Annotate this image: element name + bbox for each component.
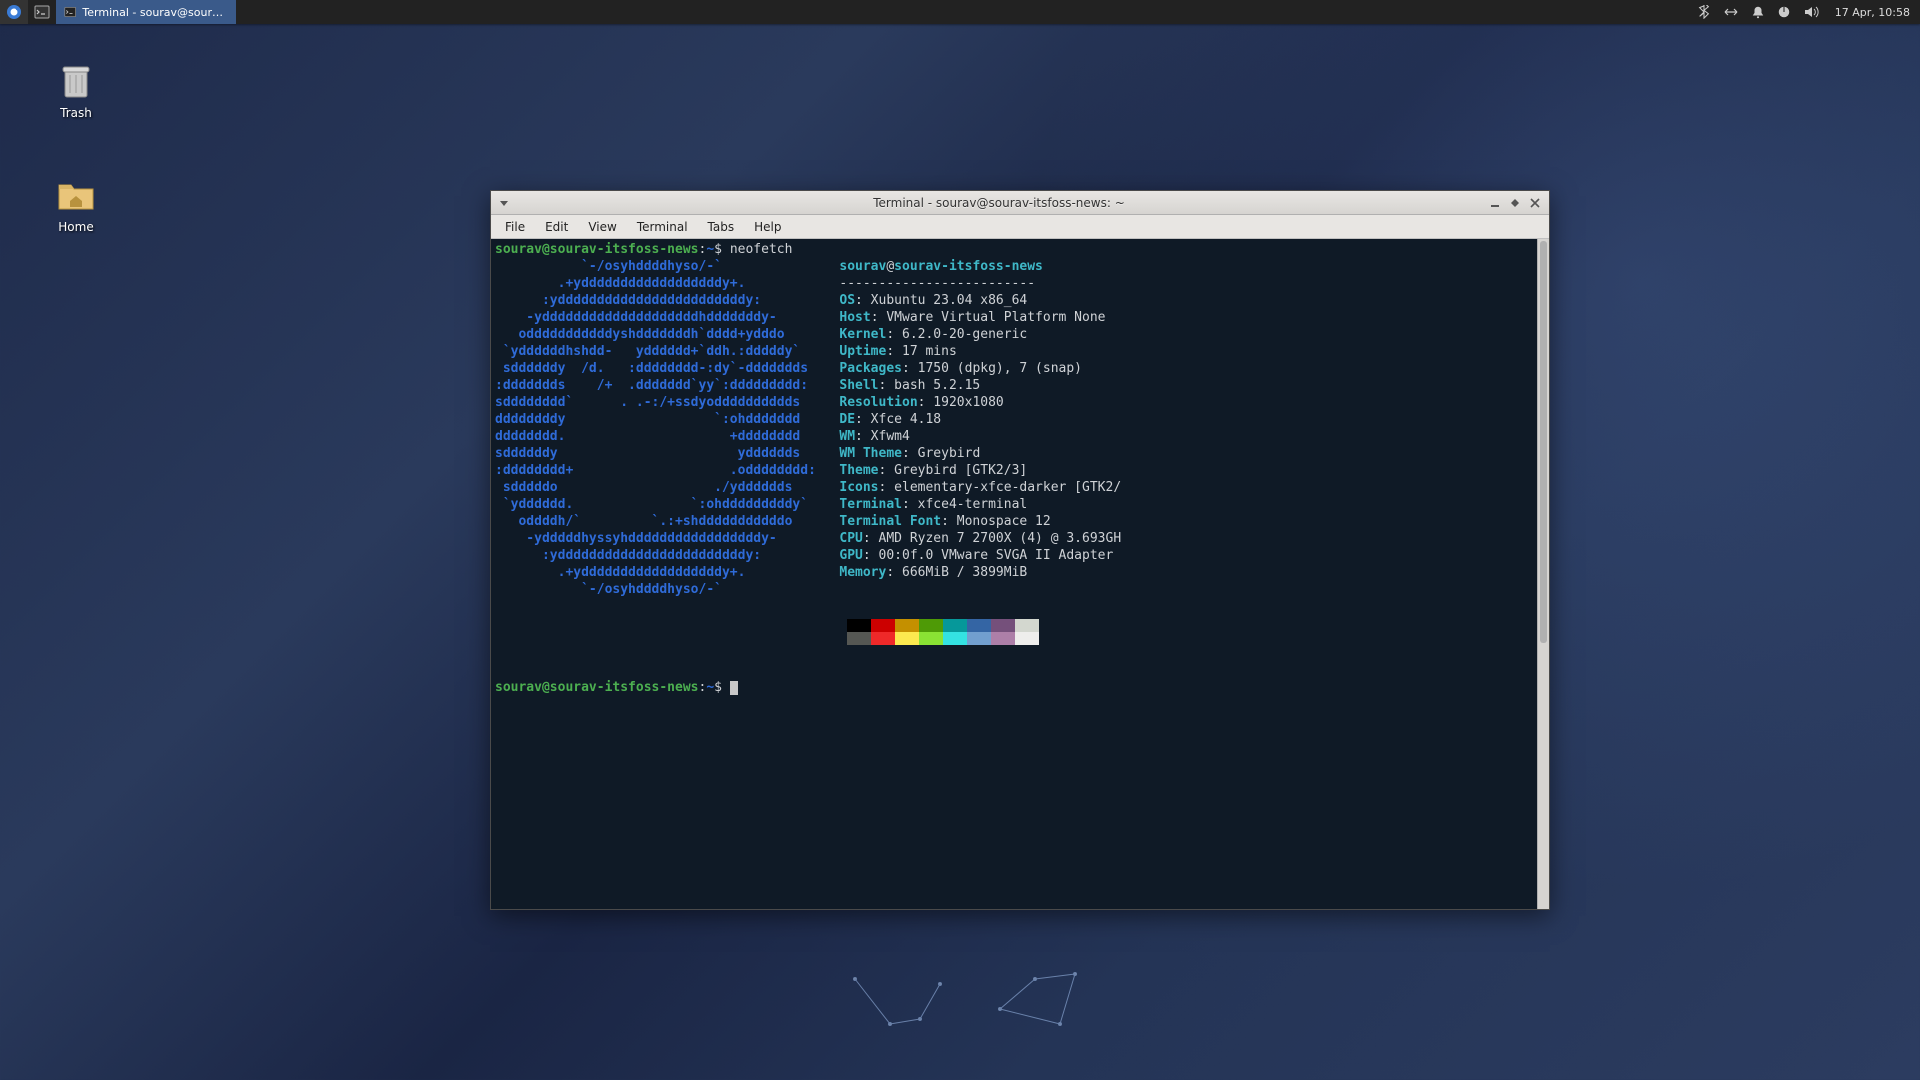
desktop-icon-trash-label: Trash: [60, 106, 92, 120]
maximize-icon: [1510, 198, 1520, 208]
desktop-icon-home[interactable]: Home: [38, 172, 114, 234]
xubuntu-logo-icon: [6, 4, 22, 20]
home-folder-icon: [54, 172, 98, 216]
minimize-icon: [1490, 198, 1500, 208]
power-icon: [1777, 5, 1791, 19]
terminal-menubar: File Edit View Terminal Tabs Help: [491, 215, 1549, 239]
menu-help[interactable]: Help: [744, 217, 791, 237]
window-menu-button[interactable]: [495, 198, 513, 208]
terminal-scrollbar[interactable]: [1537, 239, 1549, 909]
menu-file[interactable]: File: [495, 217, 535, 237]
window-title: Terminal - sourav@sourav-itsfoss-news: ~: [513, 196, 1485, 210]
menu-edit[interactable]: Edit: [535, 217, 578, 237]
window-titlebar[interactable]: Terminal - sourav@sourav-itsfoss-news: ~: [491, 191, 1549, 215]
window-minimize-button[interactable]: [1485, 194, 1505, 212]
bluetooth-icon: [1697, 5, 1711, 19]
terminal-output[interactable]: sourav@sourav-itsfoss-news:~$ neofetch `…: [491, 239, 1537, 909]
terminal-prompt-icon: [34, 4, 50, 20]
top-panel: Terminal - sourav@sourav-it... 17 Apr, 1…: [0, 0, 1920, 24]
taskbar-terminal-task[interactable]: Terminal - sourav@sourav-it...: [56, 0, 236, 24]
dropdown-triangle-icon: [499, 198, 509, 208]
power-tray[interactable]: [1771, 0, 1797, 24]
show-desktop-button[interactable]: [28, 0, 56, 24]
wallpaper-constellation: [850, 969, 1110, 1049]
panel-clock[interactable]: 17 Apr, 10:58: [1825, 6, 1920, 19]
applications-menu-button[interactable]: [0, 0, 28, 24]
desktop-icon-trash[interactable]: Trash: [38, 58, 114, 120]
notifications-tray[interactable]: [1745, 0, 1771, 24]
trash-icon: [54, 58, 98, 102]
volume-icon: [1803, 5, 1819, 19]
network-tray[interactable]: [1717, 0, 1745, 24]
panel-left: Terminal - sourav@sourav-it...: [0, 0, 236, 24]
menu-tabs[interactable]: Tabs: [698, 217, 745, 237]
bluetooth-tray[interactable]: [1691, 0, 1717, 24]
window-maximize-button[interactable]: [1505, 194, 1525, 212]
menu-terminal[interactable]: Terminal: [627, 217, 698, 237]
menu-view[interactable]: View: [578, 217, 626, 237]
network-icon: [1723, 5, 1739, 19]
terminal-body-wrap: sourav@sourav-itsfoss-news:~$ neofetch `…: [491, 239, 1549, 909]
bell-icon: [1751, 5, 1765, 19]
window-close-button[interactable]: [1525, 194, 1545, 212]
desktop-icon-home-label: Home: [58, 220, 93, 234]
terminal-window: Terminal - sourav@sourav-itsfoss-news: ~…: [490, 190, 1550, 910]
taskbar-terminal-label: Terminal - sourav@sourav-it...: [82, 6, 228, 19]
volume-tray[interactable]: [1797, 0, 1825, 24]
panel-right: 17 Apr, 10:58: [1691, 0, 1920, 24]
terminal-app-icon: [64, 5, 76, 19]
close-icon: [1530, 198, 1540, 208]
